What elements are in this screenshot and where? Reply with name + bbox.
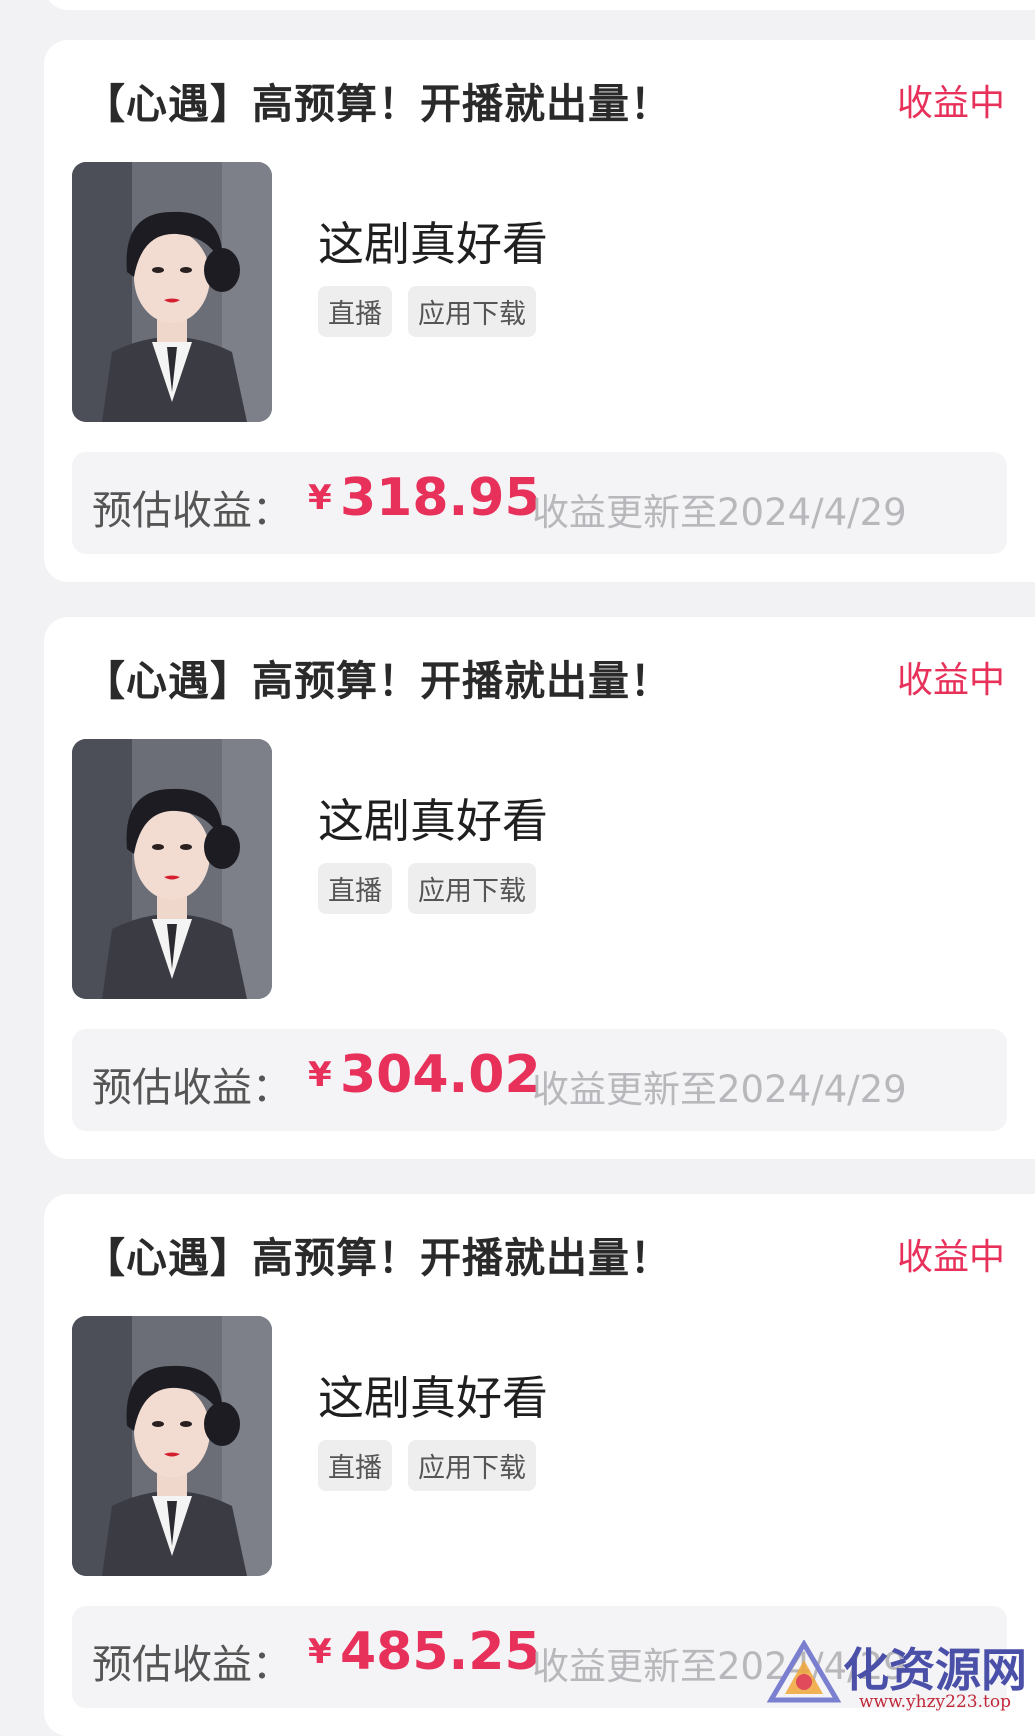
watermark-url: www.yhzy223.top (859, 1692, 1011, 1712)
earnings-amount: 304.02 (340, 1045, 541, 1105)
currency-symbol: ¥ (308, 1055, 332, 1095)
earnings-amount: 485.25 (340, 1622, 541, 1682)
campaign-card[interactable]: 【心遇】高预算！开播就出量！ 收益中 这剧真好看 直播 应用下载 预估收益： ¥… (44, 40, 1035, 582)
watermark-name: 化资源网 (843, 1643, 1027, 1697)
tag-live: 直播 (318, 863, 392, 914)
tag-app-download: 应用下载 (408, 1440, 536, 1491)
drama-name: 这剧真好看 (318, 217, 548, 271)
earnings-update-note: 收益更新至2024/4/29 (532, 491, 907, 534)
earnings-label: 预估收益： (92, 488, 292, 534)
tag-app-download: 应用下载 (408, 863, 536, 914)
status-badge: 收益中 (896, 83, 1005, 124)
campaign-title: 【心遇】高预算！开播就出量！ (84, 657, 672, 705)
earnings-label: 预估收益： (92, 1065, 292, 1111)
tag-list: 直播 应用下载 (318, 1440, 536, 1491)
currency-symbol: ¥ (308, 1632, 332, 1672)
earnings-panel: 预估收益： ¥ 304.02 收益更新至2024/4/29 (72, 1029, 1007, 1131)
tag-live: 直播 (318, 286, 392, 337)
watermark-logo-icon (766, 1639, 842, 1706)
drama-poster-image[interactable] (72, 162, 272, 422)
earnings-label: 预估收益： (92, 1642, 292, 1688)
campaign-card[interactable]: 【心遇】高预算！开播就出量！ 收益中 这剧真好看 直播 应用下载 预估收益： ¥… (44, 617, 1035, 1159)
currency-symbol: ¥ (308, 478, 332, 518)
tag-app-download: 应用下载 (408, 286, 536, 337)
drama-name: 这剧真好看 (318, 1371, 548, 1425)
drama-poster-image[interactable] (72, 1316, 272, 1576)
drama-name: 这剧真好看 (318, 794, 548, 848)
earnings-amount: 318.95 (340, 468, 541, 528)
tag-live: 直播 (318, 1440, 392, 1491)
status-badge: 收益中 (896, 1237, 1005, 1278)
earnings-panel: 预估收益： ¥ 318.95 收益更新至2024/4/29 (72, 452, 1007, 554)
earnings-update-note: 收益更新至2024/4/29 (532, 1068, 907, 1111)
campaign-title: 【心遇】高预算！开播就出量！ (84, 80, 672, 128)
tag-list: 直播 应用下载 (318, 863, 536, 914)
previous-card-edge (44, 0, 1035, 10)
tag-list: 直播 应用下载 (318, 286, 536, 337)
status-badge: 收益中 (896, 660, 1005, 701)
drama-poster-image[interactable] (72, 739, 272, 999)
campaign-title: 【心遇】高预算！开播就出量！ (84, 1234, 672, 1282)
site-watermark: 化资源网 www.yhzy223.top (766, 1634, 1027, 1718)
